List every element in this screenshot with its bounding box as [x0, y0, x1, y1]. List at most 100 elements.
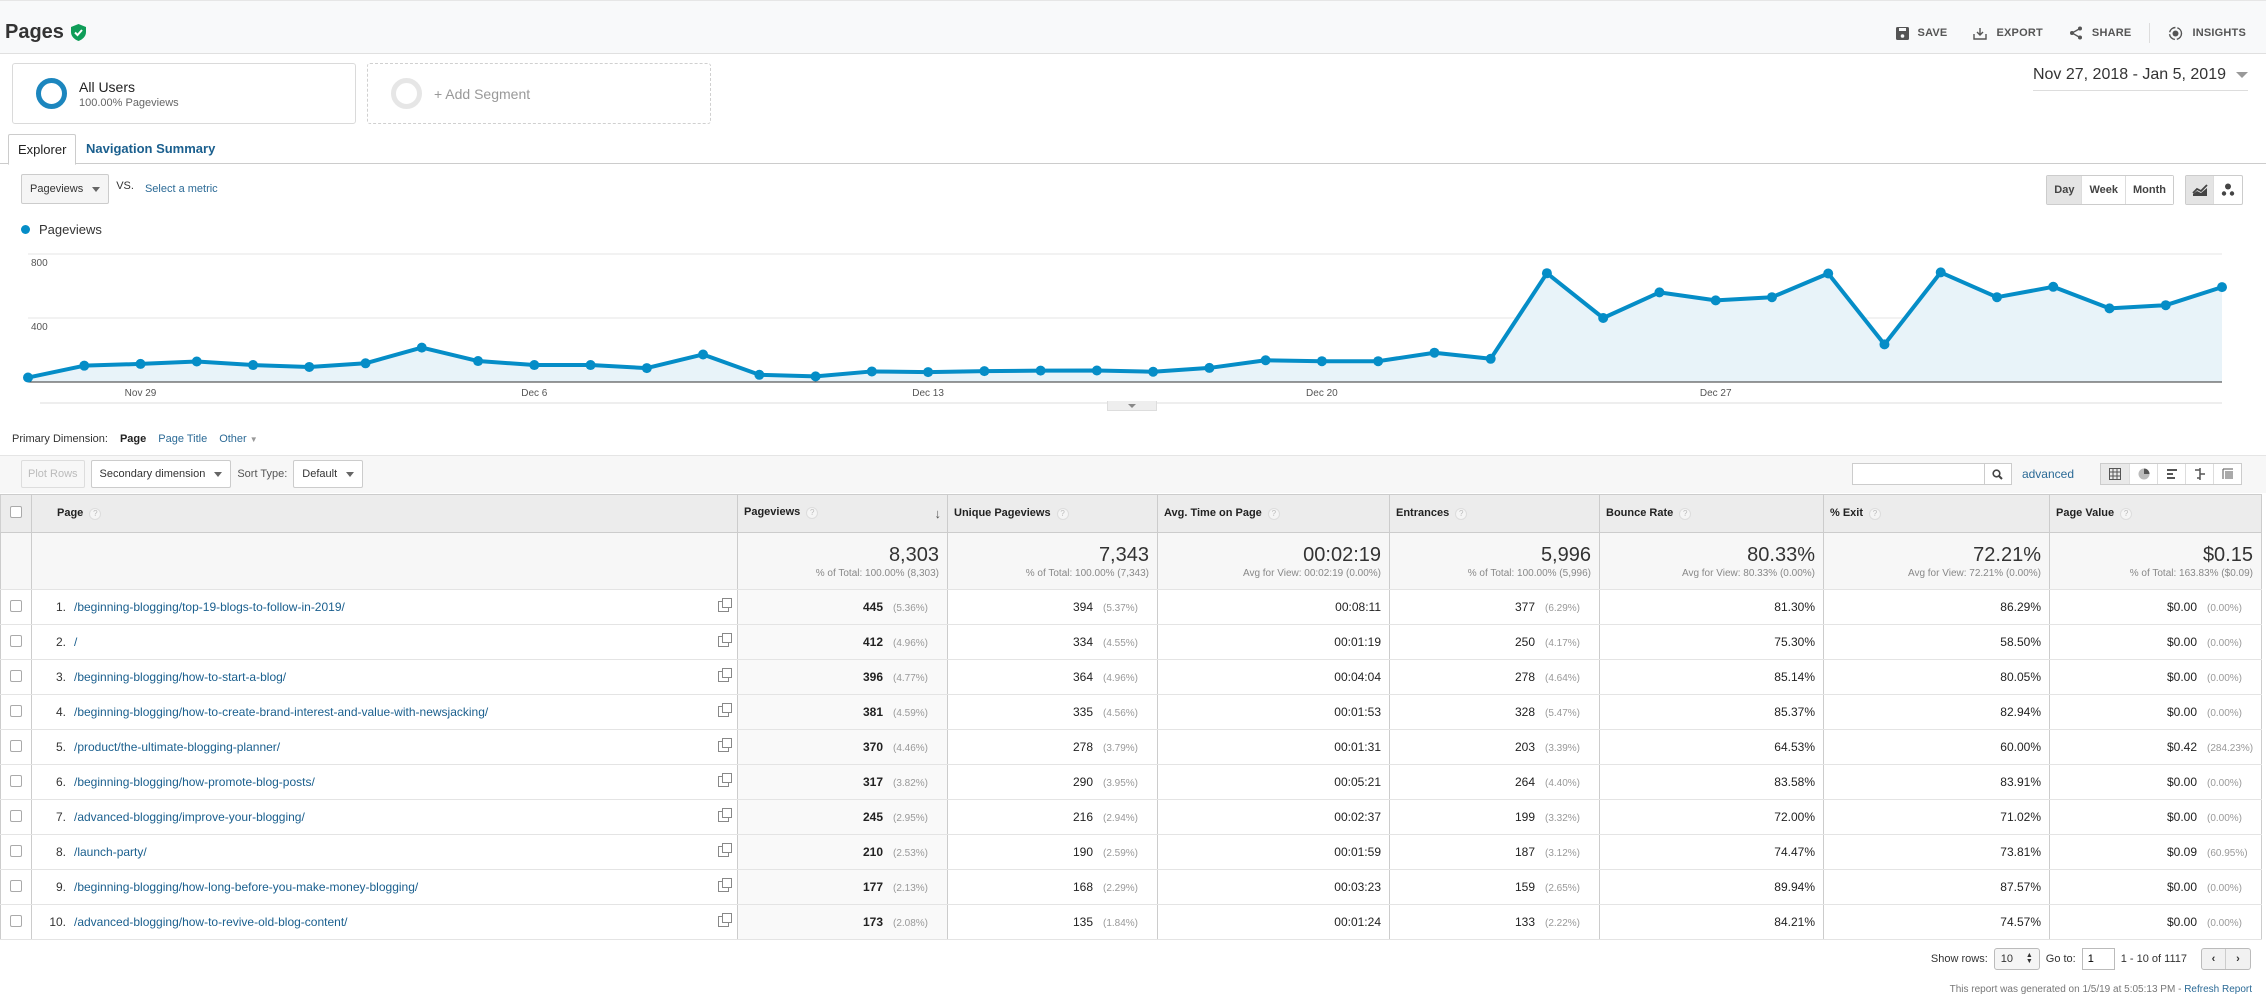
select-all-checkbox[interactable]: [10, 506, 22, 518]
data-point[interactable]: [248, 360, 259, 371]
share-button[interactable]: SHARE: [2069, 26, 2132, 40]
primary-dimension-other[interactable]: Other ▼: [219, 433, 258, 445]
table-search-input[interactable]: [1852, 464, 1984, 484]
data-point[interactable]: [529, 360, 540, 371]
page-link[interactable]: /: [74, 635, 77, 649]
data-point[interactable]: [1485, 353, 1496, 364]
open-page-external-icon[interactable]: [718, 703, 732, 717]
page-link[interactable]: /beginning-blogging/top-19-blogs-to-foll…: [74, 600, 345, 614]
help-icon[interactable]: ?: [1267, 508, 1280, 520]
data-point[interactable]: [1260, 355, 1271, 366]
data-point[interactable]: [1316, 356, 1327, 367]
help-icon[interactable]: ?: [806, 507, 819, 519]
comparison-view-button[interactable]: [2185, 464, 2213, 484]
data-point[interactable]: [2217, 282, 2227, 293]
granularity-month-button[interactable]: Month: [2125, 176, 2173, 204]
data-point[interactable]: [473, 356, 484, 367]
secondary-dimension-dropdown[interactable]: Secondary dimension: [90, 460, 232, 488]
refresh-report-link[interactable]: Refresh Report: [2184, 984, 2252, 995]
open-page-external-icon[interactable]: [718, 843, 732, 857]
page-link[interactable]: /beginning-blogging/how-to-create-brand-…: [74, 705, 488, 719]
collapse-chart-button[interactable]: [1107, 401, 1157, 411]
search-button[interactable]: [1983, 464, 2011, 484]
col-page-value[interactable]: Page Value?: [2049, 494, 2262, 533]
row-checkbox[interactable]: [10, 809, 22, 822]
data-point[interactable]: [1654, 287, 1665, 298]
insights-button[interactable]: INSIGHTS: [2168, 26, 2246, 41]
open-page-external-icon[interactable]: [718, 633, 732, 647]
data-point[interactable]: [698, 349, 709, 360]
row-checkbox[interactable]: [10, 599, 22, 612]
motion-chart-button[interactable]: [2214, 176, 2242, 204]
save-button[interactable]: SAVE: [1895, 26, 1948, 40]
term-cloud-view-button[interactable]: [2213, 464, 2241, 484]
col-unique-pageviews[interactable]: Unique Pageviews?: [947, 494, 1158, 533]
performance-view-button[interactable]: [2157, 464, 2185, 484]
prev-page-button[interactable]: ‹: [2202, 949, 2226, 969]
pie-view-button[interactable]: [2129, 464, 2157, 484]
metric-dropdown[interactable]: Pageviews: [21, 174, 110, 204]
open-page-external-icon[interactable]: [718, 913, 732, 927]
data-point[interactable]: [585, 360, 596, 371]
show-rows-select[interactable]: 10 ▲ ▼: [1993, 948, 2040, 970]
col-entrances[interactable]: Entrances?: [1389, 494, 1600, 533]
data-point[interactable]: [191, 356, 202, 367]
plot-rows-button[interactable]: Plot Rows: [21, 460, 85, 488]
help-icon[interactable]: ?: [1455, 508, 1468, 520]
export-button[interactable]: EXPORT: [1973, 27, 2043, 40]
page-link[interactable]: /product/the-ultimate-blogging-planner/: [74, 740, 280, 754]
row-checkbox[interactable]: [10, 774, 22, 787]
tab-explorer[interactable]: Explorer: [8, 134, 77, 165]
open-page-external-icon[interactable]: [718, 668, 732, 682]
help-icon[interactable]: ?: [89, 508, 102, 520]
col-bounce-rate[interactable]: Bounce Rate?: [1599, 494, 1824, 533]
data-point[interactable]: [1766, 292, 1777, 303]
open-page-external-icon[interactable]: [718, 598, 732, 612]
help-icon[interactable]: ?: [1679, 508, 1692, 520]
tab-navigation-summary[interactable]: Navigation Summary: [77, 134, 224, 165]
data-point[interactable]: [1991, 292, 2002, 303]
advanced-filter-link[interactable]: advanced: [2022, 467, 2074, 481]
data-point[interactable]: [754, 369, 765, 380]
primary-dimension-page[interactable]: Page: [120, 433, 146, 445]
data-point[interactable]: [2160, 300, 2171, 311]
granularity-day-button[interactable]: Day: [2047, 176, 2082, 204]
data-point[interactable]: [135, 358, 146, 369]
data-point[interactable]: [416, 342, 427, 353]
data-point[interactable]: [1541, 268, 1552, 279]
page-link[interactable]: /beginning-blogging/how-to-start-a-blog/: [74, 670, 286, 684]
row-checkbox[interactable]: [10, 914, 22, 927]
col-avg-time[interactable]: Avg. Time on Page?: [1157, 494, 1390, 533]
open-page-external-icon[interactable]: [718, 773, 732, 787]
data-point[interactable]: [1598, 313, 1609, 323]
segment-all-users[interactable]: All Users 100.00% Pageviews: [12, 63, 356, 124]
data-point[interactable]: [641, 363, 652, 374]
row-checkbox[interactable]: [10, 669, 22, 682]
page-link[interactable]: /beginning-blogging/how-promote-blog-pos…: [74, 775, 315, 789]
data-point[interactable]: [1879, 339, 1890, 350]
help-icon[interactable]: ?: [1869, 508, 1882, 520]
open-page-external-icon[interactable]: [718, 808, 732, 822]
data-point[interactable]: [923, 367, 934, 378]
open-page-external-icon[interactable]: [718, 878, 732, 892]
select-metric-link[interactable]: Select a metric: [145, 183, 218, 195]
data-point[interactable]: [866, 366, 877, 377]
data-point[interactable]: [2048, 281, 2059, 292]
data-point[interactable]: [304, 361, 315, 372]
help-icon[interactable]: ?: [2120, 508, 2133, 520]
add-segment-button[interactable]: + Add Segment: [367, 63, 711, 124]
row-checkbox[interactable]: [10, 704, 22, 717]
line-chart-button[interactable]: [2186, 176, 2214, 204]
row-checkbox[interactable]: [10, 634, 22, 647]
col-pageviews[interactable]: Pageviews? ↓: [737, 494, 948, 533]
goto-input[interactable]: [2081, 948, 2115, 970]
data-point[interactable]: [23, 372, 33, 383]
data-point[interactable]: [1429, 347, 1440, 358]
data-point[interactable]: [1935, 267, 1946, 278]
data-point[interactable]: [1373, 356, 1384, 367]
sort-type-dropdown[interactable]: Default: [293, 460, 364, 488]
data-point[interactable]: [1035, 365, 1046, 376]
col-page[interactable]: Page?: [31, 494, 738, 533]
pageviews-chart[interactable]: 800 400 Nov 29 Dec 6 Dec 13 Dec 20 Dec 27: [0, 240, 2266, 410]
data-point[interactable]: [1091, 365, 1102, 376]
